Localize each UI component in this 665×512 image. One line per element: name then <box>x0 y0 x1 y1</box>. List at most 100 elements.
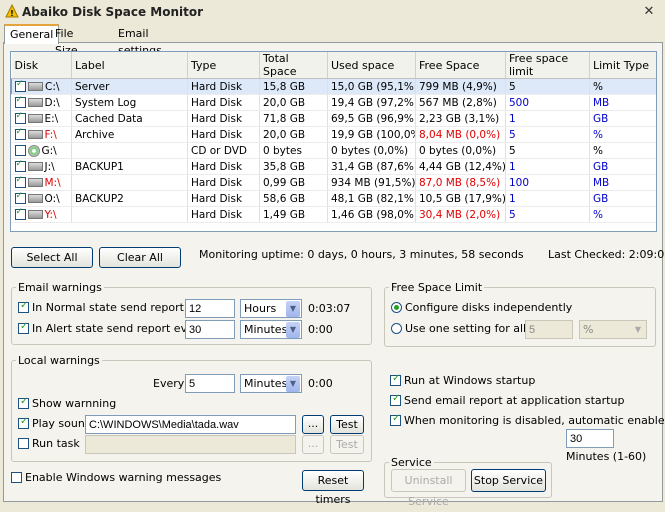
chevron-down-icon: ▼ <box>286 376 300 392</box>
browse-task-button[interactable]: ... <box>302 435 324 454</box>
hard-disk-icon <box>27 210 43 219</box>
used-space-cell: 0 bytes (0,0%) <box>327 142 416 159</box>
col-header-label[interactable]: Label <box>71 52 188 79</box>
disk-checkbox[interactable] <box>14 95 26 108</box>
table-row[interactable]: Y:\ Hard Disk1,49 GB1,46 GB (98,0%)30,4 M… <box>11 206 656 223</box>
hard-disk-icon <box>27 114 43 123</box>
disk-grid[interactable]: Disk Label Type Total Space Used space F… <box>10 51 657 232</box>
configure-independently-label: Configure disks independently <box>405 301 573 314</box>
task-path-input[interactable] <box>85 435 296 454</box>
every-unit-select[interactable]: Minutes ▼ <box>240 374 302 393</box>
table-row[interactable]: M:\ Hard Disk0,99 GB934 MB (91,5%)87,0 MB… <box>11 174 656 191</box>
test-sound-button[interactable]: Test <box>330 415 364 434</box>
test-task-button[interactable]: Test <box>330 435 364 454</box>
limit-type-cell: % <box>589 206 656 223</box>
uninstall-service-button[interactable]: Uninstall Service <box>391 469 466 508</box>
table-row[interactable]: J:\ BACKUP1Hard Disk35,8 GB31,4 GB (87,6%… <box>11 158 656 175</box>
normal-unit-select[interactable]: Hours ▼ <box>240 299 302 318</box>
monitoring-uptime: Monitoring uptime: 0 days, 0 hours, 3 mi… <box>199 248 524 261</box>
every-interval-input[interactable] <box>185 374 235 393</box>
run-task-checkbox[interactable] <box>18 438 29 449</box>
total-space-cell: 35,8 GB <box>259 158 328 175</box>
normal-state-checkbox[interactable] <box>18 300 29 313</box>
global-limit-unit-select[interactable]: % ▼ <box>579 320 647 339</box>
enable-windows-messages-checkbox[interactable] <box>11 472 22 483</box>
alert-state-checkbox[interactable] <box>18 321 29 334</box>
table-row[interactable]: D:\ System LogHard Disk20,0 GB19,4 GB (97… <box>11 94 656 111</box>
select-all-button[interactable]: Select All <box>11 247 93 268</box>
free-space-cell: 87,0 MB (8,5%) <box>415 174 506 191</box>
used-space-cell: 15,0 GB (95,1%) <box>327 78 416 95</box>
limit-type-cell: GB <box>589 158 656 175</box>
play-sound-checkbox[interactable] <box>18 416 29 429</box>
close-icon[interactable]: ✕ <box>640 4 658 20</box>
table-row[interactable]: E:\ Cached DataHard Disk71,8 GB69,5 GB (9… <box>11 110 656 127</box>
col-header-used-space[interactable]: Used space <box>327 52 416 79</box>
disk-letter: M:\ <box>44 176 61 189</box>
label-cell <box>71 206 188 223</box>
enable-windows-messages-label: Enable Windows warning messages <box>25 471 222 484</box>
disk-checkbox[interactable] <box>15 79 26 92</box>
col-header-total-space[interactable]: Total Space <box>259 52 328 79</box>
window-title: Abaiko Disk Space Monitor <box>22 5 204 19</box>
total-space-cell: 1,49 GB <box>259 206 328 223</box>
col-header-free-space[interactable]: Free Space <box>415 52 506 79</box>
hard-disk-icon <box>27 178 43 187</box>
alert-unit-value: Minutes <box>244 323 288 336</box>
table-row[interactable]: C:\ ServerHard Disk15,8 GB15,0 GB (95,1%)… <box>11 78 656 95</box>
normal-interval-input[interactable] <box>185 299 235 318</box>
disk-checkbox[interactable] <box>14 111 26 124</box>
total-space-cell: 0 bytes <box>259 142 328 159</box>
col-header-type[interactable]: Type <box>187 52 260 79</box>
free-space-cell: 8,04 MB (0,0%) <box>415 126 506 143</box>
alert-interval-input[interactable] <box>185 320 235 339</box>
used-space-cell: 69,5 GB (96,9%) <box>327 110 416 127</box>
run-at-startup-checkbox[interactable] <box>390 373 401 386</box>
type-cell: Hard Disk <box>187 158 260 175</box>
alert-unit-select[interactable]: Minutes ▼ <box>240 320 302 339</box>
reset-timers-button[interactable]: Reset timers <box>302 470 364 506</box>
label-cell: Cached Data <box>71 110 188 127</box>
type-cell: Hard Disk <box>187 78 260 95</box>
tab-file-size-chart[interactable]: File Size Chart <box>50 25 90 74</box>
global-limit-input[interactable] <box>525 320 573 339</box>
disk-checkbox[interactable] <box>14 191 26 204</box>
sound-path-input[interactable] <box>85 415 296 434</box>
show-warning-checkbox[interactable] <box>18 396 29 409</box>
type-cell: Hard Disk <box>187 206 260 223</box>
normal-unit-value: Hours <box>244 302 277 315</box>
normal-countdown: 0:03:07 <box>308 302 351 315</box>
disk-checkbox[interactable] <box>14 127 26 140</box>
col-header-disk[interactable]: Disk <box>11 52 72 79</box>
table-row[interactable]: F:\ ArchiveHard Disk20,0 GB19,9 GB (100,0… <box>11 126 656 143</box>
table-row[interactable]: G:\ CD or DVD 0 bytes 0 bytes (0,0%) 0 bytes… <box>11 142 656 159</box>
stop-service-button[interactable]: Stop Service <box>471 469 546 492</box>
free-space-cell: 799 MB (4,9%) <box>415 78 506 95</box>
send-email-startup-checkbox[interactable] <box>390 393 401 406</box>
auto-enable-checkbox[interactable] <box>390 413 401 426</box>
disk-checkbox[interactable] <box>14 207 26 220</box>
one-setting-radio[interactable] <box>391 323 402 334</box>
table-row[interactable]: O:\ BACKUP2Hard Disk58,6 GB48,1 GB (82,1%… <box>11 190 656 207</box>
title-bar: ! Abaiko Disk Space Monitor ✕ <box>0 0 665 24</box>
col-header-limit-type[interactable]: Limit Type <box>589 52 656 79</box>
configure-independently-radio[interactable] <box>391 302 402 313</box>
col-header-free-space-limit[interactable]: Free space limit <box>505 52 590 79</box>
disk-checkbox[interactable] <box>14 145 26 156</box>
disk-checkbox[interactable] <box>14 159 26 172</box>
limit-type-cell: % <box>589 142 656 159</box>
browse-sound-button[interactable]: ... <box>302 415 324 434</box>
type-cell: Hard Disk <box>187 174 260 191</box>
label-cell <box>71 174 188 191</box>
total-space-cell: 20,0 GB <box>259 126 328 143</box>
total-space-cell: 20,0 GB <box>259 94 328 111</box>
disk-checkbox[interactable] <box>14 175 26 188</box>
last-checked: Last Checked: 2:09:03 PM <box>548 248 665 261</box>
auto-enable-minutes-input[interactable] <box>566 429 614 448</box>
tab-email-settings[interactable]: Email settings <box>113 25 167 57</box>
free-space-limit-cell: 5 <box>505 206 590 223</box>
disk-cell: J:\ <box>11 158 72 175</box>
type-cell: CD or DVD <box>187 142 260 159</box>
run-task-label: Run task <box>32 437 80 450</box>
clear-all-button[interactable]: Clear All <box>99 247 181 268</box>
